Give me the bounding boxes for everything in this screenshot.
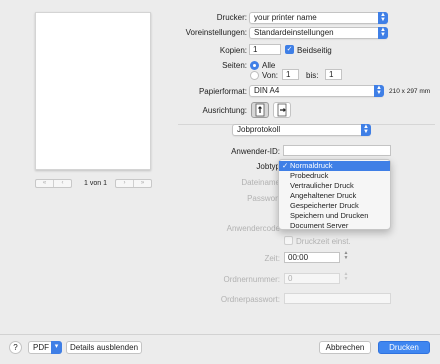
print-time-checkbox[interactable] (284, 236, 293, 245)
user-id-field[interactable] (283, 145, 391, 156)
chevron-updown-icon: ▲ ▼ (378, 27, 388, 39)
folder-password-label: Ordnerpasswort: (220, 295, 280, 304)
menu-item-probedruck[interactable]: Probedruck (279, 171, 390, 181)
panel-value: Jobprotokoll (237, 125, 281, 134)
paper-size-text: 210 x 297 mm (389, 88, 431, 95)
presets-select[interactable]: Standardeinstellungen ▲ ▼ (249, 27, 388, 39)
preview-nav-forward[interactable]: › » (115, 179, 152, 188)
menu-item-document-server[interactable]: Document Server (279, 221, 390, 231)
file-name-label: Dateiname (241, 178, 280, 187)
paper-select[interactable]: DIN A4 ▲ ▼ (249, 85, 384, 97)
print-button[interactable]: Drucken (378, 341, 430, 354)
chevron-updown-icon: ▲ ▼ (374, 85, 384, 97)
pdf-label: PDF (33, 343, 49, 352)
menu-item-vertraulicher-druck[interactable]: Vertraulicher Druck (279, 181, 390, 191)
menu-item-gespeicherter-druck[interactable]: Gespeicherter Druck (279, 201, 390, 211)
footer-divider (0, 334, 440, 335)
pages-to-field[interactable]: 1 (325, 69, 342, 80)
duplex-checkbox[interactable]: ✓ (285, 45, 294, 54)
pages-all-label: Alle (262, 61, 276, 70)
presets-value: Standardeinstellungen (254, 28, 334, 37)
folder-number-stepper[interactable]: ▲ ▼ (343, 272, 349, 284)
printer-value: your printer name (254, 13, 317, 22)
menu-item-angehaltener-druck[interactable]: Angehaltener Druck (279, 191, 390, 201)
time-field[interactable]: 00:00 (284, 252, 340, 263)
folder-password-field[interactable] (284, 293, 391, 304)
landscape-button[interactable] (273, 102, 291, 118)
presets-label: Voreinstellungen: (185, 28, 247, 37)
duplex-label: Beidseitig (297, 46, 332, 55)
folder-number-field[interactable]: 0 (284, 273, 340, 284)
landscape-icon (277, 103, 287, 117)
next-page-icon[interactable]: › (116, 180, 134, 187)
portrait-button[interactable] (251, 102, 269, 118)
paper-value: DIN A4 (254, 86, 280, 95)
user-id-label: Anwender-ID: (231, 147, 280, 156)
chevron-updown-icon: ▲ ▼ (361, 124, 371, 136)
page-preview (35, 12, 151, 170)
folder-number-label: Ordnernummer: (223, 275, 280, 284)
time-label: Zeit: (264, 254, 280, 263)
portrait-icon (255, 103, 265, 117)
preview-nav-back[interactable]: « ‹ (35, 179, 72, 188)
pages-all-radio[interactable] (250, 61, 259, 70)
user-code-label: Anwendercode (226, 224, 280, 233)
pages-from-label: Von: (262, 71, 279, 80)
orientation-label: Ausrichtung: (202, 106, 247, 115)
page-indicator: 1 von 1 (84, 180, 107, 187)
pages-from-field[interactable]: 1 (282, 69, 299, 80)
copies-label: Kopien: (219, 46, 247, 55)
printer-select[interactable]: your printer name ▲ ▼ (249, 12, 388, 24)
pdf-menu-button[interactable]: PDF ▾ (28, 341, 62, 354)
cancel-button[interactable]: Abbrechen (319, 341, 371, 354)
pages-to-label: bis: (306, 71, 319, 80)
pages-range-radio[interactable] (250, 71, 259, 80)
time-stepper[interactable]: ▲ ▼ (343, 251, 349, 263)
pages-label: Seiten: (222, 61, 247, 70)
paper-label: Papierformat: (198, 87, 247, 96)
job-type-menu[interactable]: ✓ Normaldruck Probedruck Vertraulicher Dr… (278, 159, 391, 230)
last-page-icon[interactable]: » (134, 180, 151, 187)
print-time-label: Druckzeit einst. (296, 237, 351, 246)
menu-item-normaldruck[interactable]: ✓ Normaldruck (279, 161, 390, 171)
chevron-down-icon: ▾ (51, 341, 62, 354)
menu-item-speichern-und-drucken[interactable]: Speichern und Drucken (279, 211, 390, 221)
copies-field[interactable]: 1 (249, 44, 281, 55)
job-type-label: Jobtyp (256, 162, 280, 171)
chevron-updown-icon: ▲ ▼ (378, 12, 388, 24)
printer-label: Drucker: (216, 13, 247, 22)
panel-select[interactable]: Jobprotokoll ▲ ▼ (232, 124, 371, 136)
checkmark-icon: ✓ (282, 161, 289, 170)
first-page-icon[interactable]: « (36, 180, 54, 187)
help-button[interactable]: ? (9, 341, 22, 354)
previous-page-icon[interactable]: ‹ (54, 180, 71, 187)
hide-details-button[interactable]: Details ausblenden (66, 341, 142, 354)
password-label: Passwort (247, 194, 280, 203)
